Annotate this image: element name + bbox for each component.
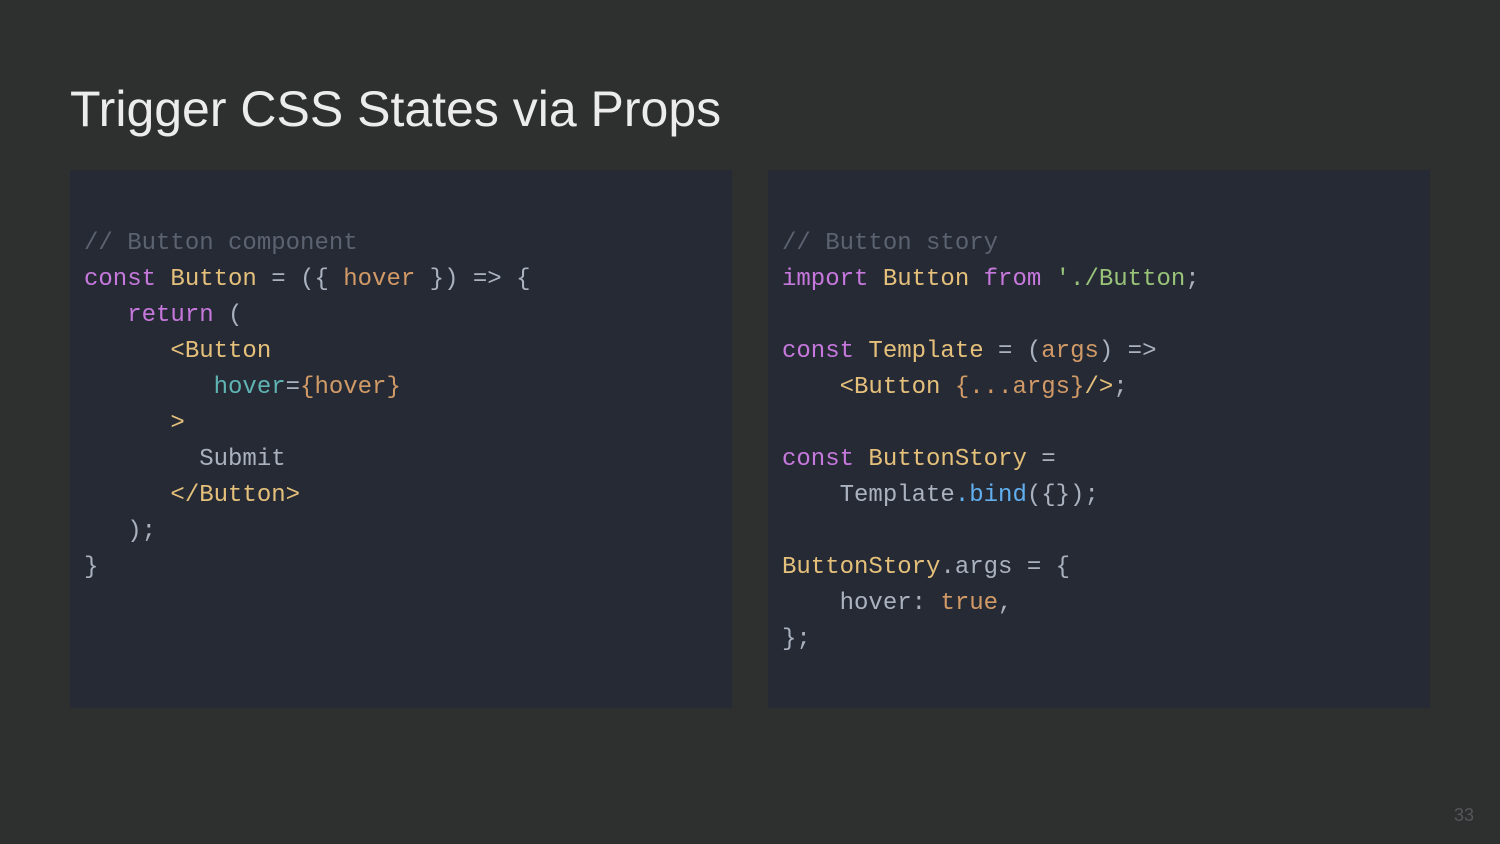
jsx-text: Submit <box>84 446 286 473</box>
ident-button: Button <box>156 266 271 293</box>
jsx-attr-name: hover <box>84 374 286 401</box>
punct: = ( <box>998 338 1041 365</box>
kw-const: const <box>782 338 854 365</box>
punct: = <box>286 374 300 401</box>
punct: } <box>84 554 98 581</box>
punct: ( <box>214 302 243 329</box>
comment: // Button component <box>84 230 358 257</box>
ident-buttonstory: ButtonStory <box>854 446 1041 473</box>
ident-buttonstory: ButtonStory <box>782 554 940 581</box>
jsx-close-tag: </Button> <box>84 482 300 509</box>
string-path: './Button <box>1041 266 1185 293</box>
param-hover: hover <box>343 266 415 293</box>
punct: = <box>1041 446 1055 473</box>
punct: = ({ <box>271 266 343 293</box>
jsx-gt: > <box>84 410 185 437</box>
punct: }) => { <box>415 266 530 293</box>
comment: // Button story <box>782 230 998 257</box>
kw-const: const <box>84 266 156 293</box>
ident-template: Template <box>854 338 998 365</box>
prop-args: .args <box>940 554 1026 581</box>
jsx-attr-value: {hover} <box>300 374 401 401</box>
kw-import: import <box>782 266 868 293</box>
ident-button: Button <box>868 266 983 293</box>
code-panel-left: // Button component const Button = ({ ho… <box>70 170 732 708</box>
code-panel-right: // Button story import Button from './Bu… <box>768 170 1430 708</box>
punct: ); <box>84 518 156 545</box>
punct: ; <box>1113 374 1127 401</box>
kw-const: const <box>782 446 854 473</box>
punct: ; <box>1185 266 1199 293</box>
kw-from: from <box>984 266 1042 293</box>
jsx-open-tag: <Button <box>84 338 271 365</box>
punct: ) => <box>1099 338 1157 365</box>
punct: ({}); <box>1027 482 1099 509</box>
param-args: args <box>1041 338 1099 365</box>
method-bind: .bind <box>955 482 1027 509</box>
slide: Trigger CSS States via Props // Button c… <box>0 0 1500 844</box>
bool-true: true <box>940 590 998 617</box>
punct: , <box>998 590 1012 617</box>
page-number: 33 <box>1454 805 1474 826</box>
punct: }; <box>782 626 811 653</box>
jsx-spread: {...args} <box>955 374 1085 401</box>
code-panels: // Button component const Button = ({ ho… <box>70 170 1430 708</box>
prop-key: hover <box>782 590 912 617</box>
punct: : <box>912 590 941 617</box>
punct: = { <box>1027 554 1070 581</box>
kw-return: return <box>84 302 214 329</box>
slide-title: Trigger CSS States via Props <box>70 80 1430 138</box>
jsx-open-tag: <Button <box>782 374 955 401</box>
jsx-self-close: /> <box>1084 374 1113 401</box>
ident-template: Template <box>782 482 955 509</box>
